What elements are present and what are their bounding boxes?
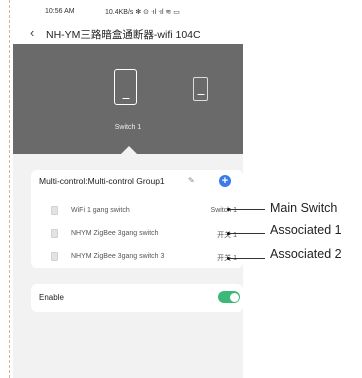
toggle-knob (229, 292, 239, 302)
callout-associated-1: Associated 1 (270, 223, 342, 237)
edit-pencil-icon[interactable]: ✎ (188, 176, 195, 185)
enable-card: Enable (31, 284, 243, 312)
device-name: WiFi 1 gang switch (71, 207, 130, 214)
device-switch-icon (51, 206, 58, 215)
title-bar: ‹ NH-YM三路暗盒通断器-wifi 104C (13, 22, 243, 44)
device-switch-icon (51, 252, 58, 261)
add-device-button[interactable]: + (219, 175, 231, 187)
switch-2-icon[interactable] (193, 77, 208, 101)
callout-associated-2: Associated 2 (270, 247, 342, 261)
group-title: Multi-control:Multi-control Group1 (39, 176, 165, 186)
selection-caret-icon (121, 146, 137, 154)
callout-line (229, 258, 265, 259)
callout-main-switch: Main Switch (270, 201, 338, 215)
page-title: NH-YM三路暗盒通断器-wifi 104C (46, 29, 201, 41)
device-switch-icon (51, 229, 58, 238)
status-time: 10:56 AM (45, 8, 75, 15)
callout-line (229, 233, 265, 234)
page-dashed-margin-line (9, 0, 10, 378)
device-name: NHYM ZigBee 3gang switch (71, 230, 159, 237)
switch-selector-panel: Switch 1 (13, 44, 243, 154)
device-row[interactable]: WiFi 1 gang switch Switch 1 (31, 201, 243, 221)
callout-line (229, 209, 265, 210)
back-arrow-icon[interactable]: ‹ (30, 25, 34, 40)
device-row[interactable]: NHYM ZigBee 3gang switch 开关 1 (31, 224, 243, 244)
status-bar: 10:56 AM 10.4KB/s ✻ ⊙ ᐧıl ᐧıl ≋ ▭ (13, 0, 243, 22)
selected-switch-label: Switch 1 (114, 124, 142, 131)
enable-label: Enable (39, 293, 64, 302)
device-name: NHYM ZigBee 3gang switch 3 (71, 253, 165, 260)
switch-1-icon[interactable] (114, 69, 137, 105)
multi-control-group-card: Multi-control:Multi-control Group1 ✎ + W… (31, 170, 243, 268)
enable-toggle[interactable] (218, 291, 240, 303)
phone-screen: 10:56 AM 10.4KB/s ✻ ⊙ ᐧıl ᐧıl ≋ ▭ ‹ NH-Y… (13, 0, 243, 378)
device-row[interactable]: NHYM ZigBee 3gang switch 3 开关 1 (31, 247, 243, 267)
status-icons: 10.4KB/s ✻ ⊙ ᐧıl ᐧıl ≋ ▭ (105, 9, 180, 16)
